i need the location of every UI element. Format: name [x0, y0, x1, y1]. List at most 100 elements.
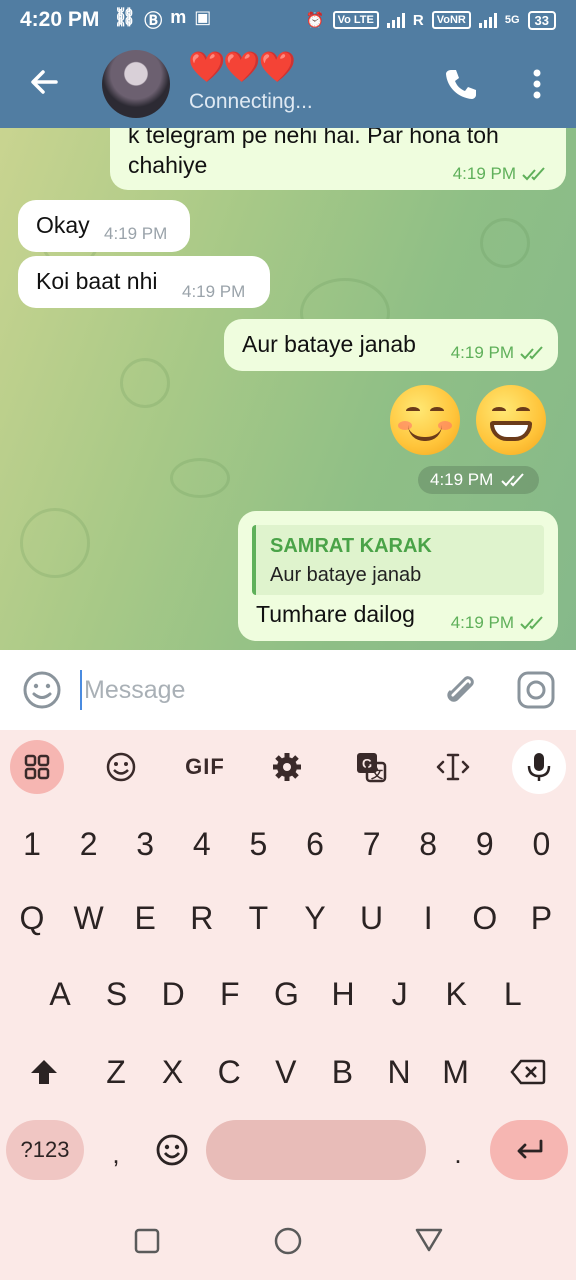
- message-text: Aur bataye janab: [242, 331, 416, 357]
- backspace-key[interactable]: [506, 1042, 550, 1102]
- double-check-icon: [520, 616, 543, 630]
- smiling-face-emoji: [390, 385, 460, 455]
- m-icon: m: [170, 7, 187, 27]
- key-t[interactable]: T: [236, 888, 280, 948]
- emoji-icon[interactable]: [94, 740, 148, 794]
- key-6[interactable]: 6: [293, 814, 337, 874]
- home-circle-icon[interactable]: [273, 1226, 303, 1256]
- attach-icon[interactable]: [440, 670, 480, 710]
- grinning-face-emoji: [476, 385, 546, 455]
- key-e[interactable]: E: [123, 888, 167, 948]
- key-z[interactable]: Z: [94, 1042, 138, 1102]
- vonr-badge: VoNR: [431, 11, 471, 29]
- doodle-pattern: [20, 508, 90, 578]
- key-m[interactable]: M: [434, 1042, 478, 1102]
- key-g[interactable]: G: [264, 964, 308, 1024]
- chat-status: Connecting...: [189, 90, 313, 113]
- key-7[interactable]: 7: [350, 814, 394, 874]
- settings-gear-icon[interactable]: [260, 740, 314, 794]
- notification-icons: ⛓ Ⓑ m ▣: [113, 7, 211, 33]
- message-time: 4:19 PM: [182, 282, 246, 301]
- key-d[interactable]: D: [151, 964, 195, 1024]
- message-text: Koi baat nhi: [36, 268, 158, 294]
- symbols-key[interactable]: ?123: [6, 1120, 84, 1180]
- key-y[interactable]: Y: [293, 888, 337, 948]
- mic-icon[interactable]: [512, 740, 566, 794]
- key-w[interactable]: W: [67, 888, 111, 948]
- key-r[interactable]: R: [180, 888, 224, 948]
- message-text: Tumhare dailog: [256, 601, 415, 627]
- doodle-pattern: [170, 458, 230, 498]
- key-5[interactable]: 5: [236, 814, 280, 874]
- message-meta: 4:19 PM: [418, 466, 540, 494]
- chat-title[interactable]: ❤️❤️❤️: [188, 50, 296, 85]
- roaming-label: R: [412, 11, 424, 29]
- svg-text:文: 文: [371, 766, 384, 781]
- key-8[interactable]: 8: [406, 814, 450, 874]
- message-input[interactable]: [80, 670, 410, 710]
- space-bar[interactable]: [206, 1120, 426, 1180]
- emoji-icon[interactable]: [22, 670, 62, 710]
- comma-key[interactable]: ,: [94, 1124, 138, 1184]
- key-0[interactable]: 0: [519, 814, 563, 874]
- avatar[interactable]: [102, 50, 170, 118]
- chat-area[interactable]: k telegram pe nehi hai. Par hona toh cha…: [0, 128, 576, 650]
- translate-icon[interactable]: G文: [344, 740, 398, 794]
- emoji-key[interactable]: [150, 1120, 194, 1180]
- chat-header: ❤️❤️❤️ Connecting...: [0, 40, 576, 128]
- key-o[interactable]: O: [463, 888, 507, 948]
- camera-icon[interactable]: [516, 670, 556, 710]
- message-time: 4:19 PM: [430, 470, 494, 489]
- battery-icon: 33: [527, 10, 556, 30]
- key-3[interactable]: 3: [123, 814, 167, 874]
- back-arrow-icon[interactable]: [24, 62, 64, 102]
- phone-icon[interactable]: [440, 64, 480, 104]
- key-c[interactable]: C: [207, 1042, 251, 1102]
- message-time: 4:19 PM: [452, 164, 516, 183]
- key-l[interactable]: L: [491, 964, 535, 1024]
- message-time: 4:19 PM: [450, 613, 514, 632]
- back-triangle-icon[interactable]: [414, 1226, 444, 1256]
- message-bubble-incoming[interactable]: Koi baat nhi 4:19 PM: [18, 256, 270, 308]
- key-v[interactable]: V: [264, 1042, 308, 1102]
- gif-button[interactable]: GIF: [178, 740, 232, 794]
- key-i[interactable]: I: [406, 888, 450, 948]
- message-bubble-outgoing[interactable]: Aur bataye janab 4:19 PM: [224, 319, 558, 371]
- message-text: Okay: [36, 212, 90, 238]
- key-4[interactable]: 4: [180, 814, 224, 874]
- alarm-icon: ⏰: [305, 12, 325, 29]
- key-n[interactable]: N: [377, 1042, 421, 1102]
- signal-icon-2: [478, 12, 497, 28]
- key-u[interactable]: U: [350, 888, 394, 948]
- key-p[interactable]: P: [519, 888, 563, 948]
- text-cursor-icon[interactable]: [426, 740, 480, 794]
- key-b[interactable]: B: [320, 1042, 364, 1102]
- period-key[interactable]: .: [436, 1124, 480, 1184]
- key-x[interactable]: X: [151, 1042, 195, 1102]
- key-q[interactable]: Q: [10, 888, 54, 948]
- enter-key[interactable]: [490, 1120, 568, 1180]
- message-bubble-outgoing[interactable]: SAMRAT KARAK Aur bataye janab Tumhare da…: [238, 511, 558, 641]
- more-vertical-icon[interactable]: [522, 66, 552, 102]
- key-2[interactable]: 2: [67, 814, 111, 874]
- key-h[interactable]: H: [321, 964, 365, 1024]
- key-s[interactable]: S: [95, 964, 139, 1024]
- message-bubble-outgoing[interactable]: k telegram pe nehi hai. Par hona toh cha…: [110, 128, 566, 190]
- key-k[interactable]: K: [434, 964, 478, 1024]
- apps-grid-icon[interactable]: [10, 740, 64, 794]
- emoji-message[interactable]: [390, 385, 546, 455]
- shift-key[interactable]: [22, 1042, 66, 1102]
- key-9[interactable]: 9: [463, 814, 507, 874]
- message-bubble-incoming[interactable]: Okay 4:19 PM: [18, 200, 190, 252]
- keyboard: GIF G文 1234567890 QWERTYUIOP ASDFGHJKL Z…: [0, 730, 576, 1200]
- letter-row-2: ASDFGHJKL: [0, 964, 576, 1034]
- key-f[interactable]: F: [208, 964, 252, 1024]
- key-j[interactable]: J: [378, 964, 422, 1024]
- reply-quote[interactable]: SAMRAT KARAK Aur bataye janab: [252, 525, 544, 595]
- navigation-bar: [0, 1200, 576, 1280]
- reply-text: Aur bataye janab: [270, 564, 422, 586]
- bluetooth-b-icon: Ⓑ: [144, 11, 163, 31]
- recents-square-icon[interactable]: [132, 1226, 162, 1256]
- key-1[interactable]: 1: [10, 814, 54, 874]
- key-a[interactable]: A: [38, 964, 82, 1024]
